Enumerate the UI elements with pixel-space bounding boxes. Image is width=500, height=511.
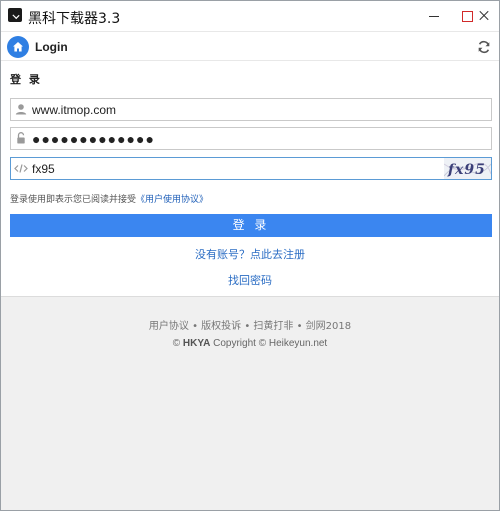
window-title: 黑科下载器3.3 bbox=[28, 11, 121, 27]
captcha-text: fx95 bbox=[447, 162, 486, 178]
login-button[interactable]: 登 录 bbox=[10, 214, 492, 237]
section-heading: 登 录 bbox=[10, 73, 42, 86]
agreement-notice: 登录使用即表示您已阅读并接受《用户使用协议》 bbox=[10, 192, 208, 205]
code-icon bbox=[11, 158, 31, 179]
username-input[interactable] bbox=[31, 99, 471, 120]
copyright-suffix: Copyright © Heikeyun.net bbox=[210, 338, 328, 349]
forgot-password-link[interactable]: 找回密码 bbox=[1, 272, 499, 288]
captcha-field[interactable]: fx95 bbox=[10, 157, 492, 180]
refresh-button[interactable] bbox=[477, 40, 491, 54]
refresh-icon bbox=[478, 40, 490, 54]
lock-icon bbox=[11, 128, 31, 149]
copyright-prefix: © bbox=[172, 338, 183, 349]
home-button[interactable] bbox=[7, 36, 29, 58]
page-title: Login bbox=[35, 40, 68, 54]
login-panel: Login 登 录 www.itmop.com ●●●●●●●●●●●●● fx… bbox=[1, 31, 499, 297]
app-window: 黑科下载器3.3 Login 登 录 www.itmop.com ●●●●●●●… bbox=[0, 0, 500, 511]
captcha-input[interactable] bbox=[31, 158, 431, 179]
user-icon bbox=[11, 99, 31, 120]
copyright-brand: HKYA bbox=[182, 338, 211, 349]
title-bar[interactable]: 黑科下载器3.3 bbox=[1, 1, 499, 31]
minimize-button[interactable] bbox=[417, 1, 451, 31]
register-link[interactable]: 没有账号？点此去注册 bbox=[1, 246, 499, 262]
footer-copyright: © HKYA Copyright © Heikeyun.net bbox=[1, 338, 499, 349]
password-input[interactable] bbox=[31, 128, 471, 149]
home-icon bbox=[13, 42, 23, 52]
captcha-image[interactable]: fx95 bbox=[444, 158, 491, 179]
user-agreement-link[interactable]: 《用户使用协议》 bbox=[136, 195, 208, 205]
agreement-text: 登录使用即表示您已阅读并接受 bbox=[10, 195, 137, 205]
app-logo-icon bbox=[8, 8, 22, 22]
footer-links: 用户协议 • 版权投诉 • 扫黄打非 • 剑网2018 bbox=[148, 321, 352, 332]
close-button[interactable] bbox=[469, 1, 499, 31]
header-bar: Login bbox=[1, 31, 499, 61]
password-field[interactable] bbox=[10, 127, 492, 150]
username-field[interactable] bbox=[10, 98, 492, 121]
